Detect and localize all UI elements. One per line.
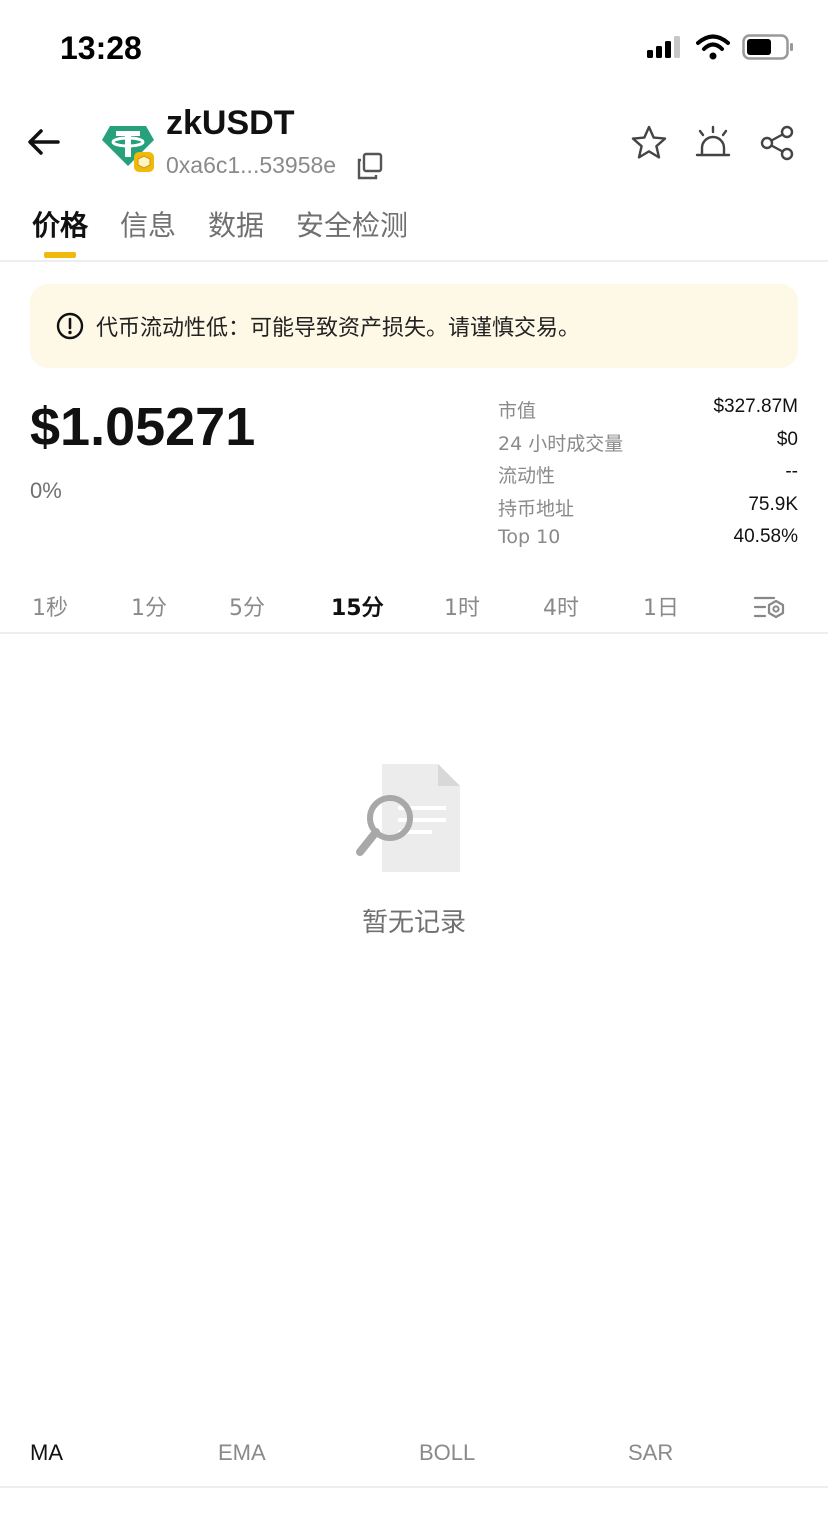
status-time: 13:28 xyxy=(60,30,142,66)
stat-row-top10: Top 10 40.58% xyxy=(498,524,798,557)
interval-1d[interactable]: 1日 xyxy=(643,590,679,622)
interval-4h[interactable]: 4时 xyxy=(543,590,579,622)
signal-icon xyxy=(647,36,680,58)
empty-state-text: 暂无记录 xyxy=(361,908,466,938)
interval-1m[interactable]: 1分 xyxy=(131,590,167,622)
liquidity-warning-banner: 代币流动性低：可能导致资产损失。请谨慎交易。 xyxy=(30,284,798,368)
arrow-left-icon xyxy=(28,129,60,155)
status-bar: 13:28 xyxy=(0,0,828,100)
stat-label: 流动性 xyxy=(498,465,556,487)
interval-15m[interactable]: 15分 xyxy=(331,590,384,622)
favorite-button[interactable] xyxy=(630,124,668,162)
wifi-icon xyxy=(696,34,730,60)
chart-settings-button[interactable] xyxy=(752,592,786,622)
price-change: 0% xyxy=(30,478,62,503)
battery-icon xyxy=(742,34,793,60)
indicator-boll[interactable]: BOLL xyxy=(419,1440,475,1466)
indicator-selector: MA EMA BOLL SAR xyxy=(0,1420,828,1488)
stat-value: 75.9K xyxy=(748,493,798,515)
warning-icon xyxy=(56,312,84,340)
copy-address-button[interactable] xyxy=(356,152,384,180)
interval-1h[interactable]: 1时 xyxy=(444,590,480,622)
price-alert-button[interactable] xyxy=(694,124,732,162)
share-button[interactable] xyxy=(758,124,796,162)
token-logo xyxy=(100,118,156,174)
stat-value: $0 xyxy=(776,428,798,450)
no-records-icon xyxy=(356,764,460,872)
stat-value: -- xyxy=(785,461,798,482)
chart-settings-icon xyxy=(753,596,785,619)
tab-security-check[interactable]: 安全检测 xyxy=(296,204,408,244)
token-address: 0xa6c1...53958e xyxy=(166,152,337,178)
tab-info[interactable]: 信息 xyxy=(120,204,176,244)
tether-logo-icon xyxy=(102,126,154,172)
tab-data[interactable]: 数据 xyxy=(208,204,264,244)
back-button[interactable] xyxy=(24,122,64,162)
status-icons xyxy=(646,34,794,60)
stat-value: $327.87M xyxy=(713,396,798,417)
indicator-sar[interactable]: SAR xyxy=(628,1440,673,1466)
copy-icon xyxy=(357,152,383,180)
stat-row-liquidity: 流动性 -- xyxy=(498,459,798,492)
stat-label: 24 小时成交量 xyxy=(498,432,624,455)
stat-label: Top 10 xyxy=(498,526,561,548)
stat-row-holders: 持币地址 75.9K xyxy=(498,492,798,525)
alarm-icon xyxy=(695,125,731,157)
token-price: $1.05271 xyxy=(30,397,256,457)
active-tab-indicator xyxy=(44,252,76,258)
warning-text: 代币流动性低：可能导致资产损失。请谨慎交易。 xyxy=(96,316,581,341)
stat-value: 40.58% xyxy=(733,526,798,547)
interval-selector: 1秒 1分 5分 15分 1时 4时 1日 xyxy=(0,578,828,634)
empty-state-illustration xyxy=(352,760,472,876)
token-name: zkUSDT xyxy=(166,104,295,142)
token-stats: 市值 $327.87M 24 小时成交量 $0 流动性 -- 持币地址 75.9… xyxy=(498,394,798,557)
tab-price[interactable]: 价格 xyxy=(32,204,88,244)
share-icon xyxy=(760,125,794,161)
stat-label: 持币地址 xyxy=(498,497,575,520)
token-header: zkUSDT 0xa6c1...53958e xyxy=(0,100,828,190)
interval-5m[interactable]: 5分 xyxy=(229,590,265,622)
token-tabs: 价格 信息 数据 安全检测 xyxy=(0,190,828,262)
star-icon xyxy=(631,125,667,159)
stat-row-market-cap: 市值 $327.87M xyxy=(498,394,798,427)
stat-row-24h-volume: 24 小时成交量 $0 xyxy=(498,427,798,460)
indicator-ma[interactable]: MA xyxy=(30,1440,63,1466)
indicator-ema[interactable]: EMA xyxy=(218,1440,266,1466)
stat-label: 市值 xyxy=(498,400,537,422)
interval-1s[interactable]: 1秒 xyxy=(32,590,68,622)
